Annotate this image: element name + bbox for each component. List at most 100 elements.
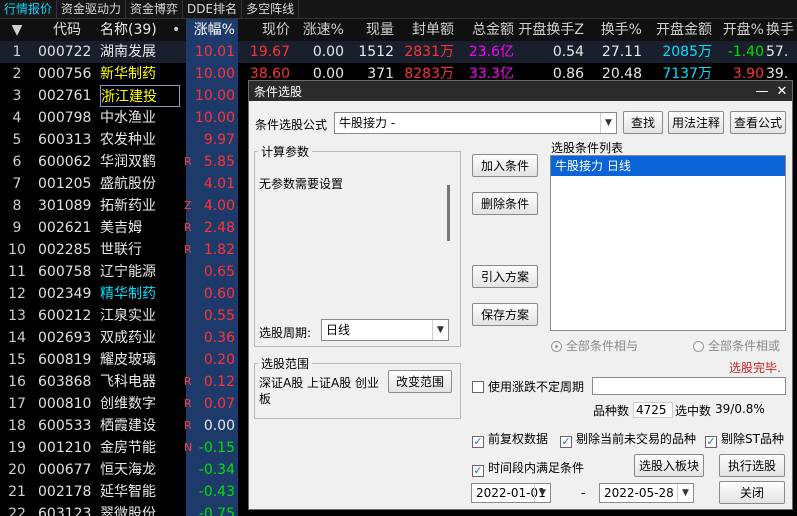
- params-scrollbar[interactable]: [447, 185, 450, 241]
- cell-a: 19.67: [249, 44, 290, 60]
- col-name[interactable]: 名称(39): [100, 19, 180, 41]
- condition-list[interactable]: 牛股接力 日线: [550, 155, 786, 331]
- stock-code: 600212: [38, 308, 92, 324]
- period-select[interactable]: 日线 ▼: [321, 319, 449, 341]
- col-seal[interactable]: 封单额: [396, 19, 454, 41]
- stock-flag: [184, 283, 196, 305]
- stock-code: 000810: [38, 396, 92, 412]
- exclude-st-label: 剔除ST品种: [721, 432, 784, 446]
- tab-quotes[interactable]: 行情报价: [0, 0, 58, 18]
- stock-name: 新华制药: [100, 66, 156, 82]
- change-range-button[interactable]: 改变范围: [388, 370, 452, 393]
- selected-value: 39/0.8%: [715, 402, 765, 416]
- formula-select[interactable]: 牛股接力 - ▼: [334, 112, 617, 134]
- minimize-icon[interactable]: —: [752, 84, 772, 99]
- stock-code: 002349: [38, 286, 92, 302]
- usage-button[interactable]: 用法注释: [668, 111, 724, 134]
- stock-flag: [184, 173, 196, 195]
- count-label: 品种数: [593, 404, 630, 418]
- stock-name: 浙江建投: [100, 85, 180, 107]
- period-label: 选股周期:: [259, 326, 312, 340]
- uncertain-period-input[interactable]: [592, 377, 786, 395]
- range-title: 选股范围: [258, 355, 313, 372]
- stock-code: 603123: [38, 506, 92, 516]
- stock-name: 华润双鹤: [100, 154, 156, 170]
- period-value: 日线: [326, 323, 351, 337]
- row-index: 8: [12, 198, 22, 214]
- row-index: 14: [8, 330, 26, 346]
- range-text: 深证A股 上证A股 创业板: [259, 376, 380, 406]
- stock-code: 000798: [38, 110, 92, 126]
- col-turnover[interactable]: 换手%: [586, 19, 642, 41]
- col-speed[interactable]: 涨速%: [292, 19, 344, 41]
- row-index: 1: [12, 44, 22, 60]
- save-plan-button[interactable]: 保存方案: [472, 303, 538, 326]
- stock-name: 世联行: [100, 242, 142, 258]
- chevron-down-icon: ▼: [677, 484, 693, 502]
- close-icon[interactable]: ✕: [772, 84, 792, 99]
- stock-name: 栖霞建设: [100, 418, 156, 434]
- exclude-st-checkbox[interactable]: ✓ 剔除ST品种: [705, 430, 784, 448]
- stock-code: 000677: [38, 462, 92, 478]
- row-index: 15: [8, 352, 26, 368]
- radio-or[interactable]: 全部条件相或: [693, 337, 780, 354]
- stock-code: 002621: [38, 220, 92, 236]
- row-index: 4: [12, 110, 22, 126]
- stock-name: 农发种业: [100, 132, 156, 148]
- tab-capital-drive[interactable]: 资金驱动力: [57, 0, 127, 18]
- chevron-down-icon: ▼: [534, 484, 550, 502]
- list-item[interactable]: 牛股接力 日线: [551, 156, 785, 176]
- stock-flag: R: [184, 221, 192, 234]
- stock-code: 000722: [38, 44, 92, 60]
- col-pct[interactable]: 涨幅%: [186, 19, 238, 41]
- col-code[interactable]: 代码: [38, 19, 96, 41]
- date-to-select[interactable]: 2022-05-28 ▼: [599, 483, 694, 503]
- cell-j: 57.: [766, 44, 789, 60]
- stock-code: 002285: [38, 242, 92, 258]
- col-open-turnover[interactable]: 开盘换手Z: [516, 19, 584, 41]
- col-price[interactable]: 现价: [240, 19, 290, 41]
- find-button[interactable]: 查找: [623, 111, 663, 134]
- fq-checkbox[interactable]: ✓ 前复权数据: [472, 430, 548, 448]
- exclude-untraded-checkbox[interactable]: ✓ 剔除当前未交易的品种: [560, 430, 696, 448]
- execute-button[interactable]: 执行选股: [719, 454, 785, 477]
- dialog-titlebar[interactable]: 条件选股 — ✕: [249, 81, 792, 101]
- row-index: 7: [12, 176, 22, 192]
- view-formula-button[interactable]: 查看公式: [730, 111, 786, 134]
- check-icon: ✓: [560, 435, 572, 448]
- stock-flag: [184, 481, 196, 503]
- delete-condition-button[interactable]: 删除条件: [472, 192, 538, 215]
- stock-name: 飞科电器: [100, 374, 156, 390]
- col-volume[interactable]: 现量: [346, 19, 394, 41]
- date-from-select[interactable]: 2022-01-01 ▼: [471, 483, 551, 503]
- import-plan-button[interactable]: 引入方案: [472, 265, 538, 288]
- add-condition-button[interactable]: 加入条件: [472, 154, 538, 177]
- row-index: 13: [8, 308, 26, 324]
- row-index: 11: [8, 264, 26, 280]
- col-open-amount[interactable]: 开盘金额: [644, 19, 712, 41]
- radio-and-label: 全部条件相与: [566, 339, 639, 353]
- stock-code: 600819: [38, 352, 92, 368]
- close-button[interactable]: 关闭: [719, 481, 785, 504]
- chevron-down-icon: ▼: [600, 113, 616, 133]
- stock-name: 江泉实业: [100, 308, 156, 324]
- col-open-pct[interactable]: 开盘%: [714, 19, 764, 41]
- tab-capital-game[interactable]: 资金博弈: [126, 0, 184, 18]
- col-amount[interactable]: 总金额: [456, 19, 514, 41]
- uncertain-period-checkbox[interactable]: 使用涨跌不定周期: [472, 378, 584, 395]
- sort-down-icon[interactable]: ▼: [0, 19, 34, 41]
- stock-flag: R: [184, 155, 192, 168]
- add-to-board-button[interactable]: 选股入板块: [634, 454, 704, 477]
- col-turnover-2[interactable]: 换手: [766, 19, 797, 41]
- stock-name: 双成药业: [100, 330, 156, 346]
- fq-label: 前复权数据: [488, 432, 549, 446]
- row-index: 22: [8, 506, 26, 516]
- stock-flag: [184, 459, 196, 481]
- tab-dde-rank[interactable]: DDE排名: [183, 0, 243, 18]
- tab-long-short[interactable]: 多空阵线: [242, 0, 300, 18]
- radio-and[interactable]: 全部条件相与: [551, 337, 638, 354]
- period-cond-checkbox[interactable]: ✓ 时间段内满足条件: [472, 459, 584, 477]
- table-row[interactable]: 1 000722 湖南发展 10.01 19.67 0.00 1512 2831万 23.6亿 0…: [0, 41, 797, 63]
- stock-name: 辽宁能源: [100, 264, 156, 280]
- stock-code: 600533: [38, 418, 92, 434]
